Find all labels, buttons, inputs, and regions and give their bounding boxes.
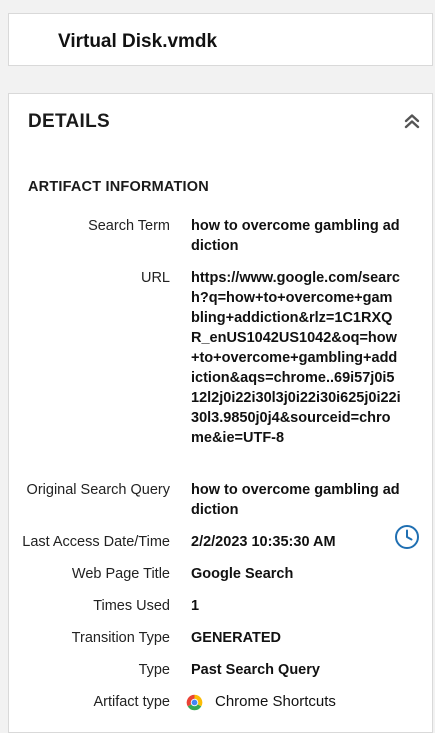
field-label: Type bbox=[138, 662, 170, 678]
chrome-icon bbox=[186, 694, 203, 711]
field-label: Web Page Title bbox=[71, 566, 170, 582]
details-heading: DETAILS bbox=[28, 111, 110, 132]
clock-icon bbox=[395, 525, 419, 549]
field-label: Artifact type bbox=[93, 694, 170, 710]
field-label: URL bbox=[140, 270, 170, 286]
field-label: Times Used bbox=[93, 598, 170, 614]
times-used-value: 1 bbox=[191, 598, 200, 614]
artifact-type-value: Chrome Shortcuts bbox=[215, 693, 336, 710]
web-page-title-value: Google Search bbox=[191, 566, 294, 582]
artifact-information-heading: ARTIFACT INFORMATION bbox=[28, 179, 209, 195]
details-panel: DETAILS ARTIFACT INFORMATION Search Term… bbox=[8, 93, 433, 733]
field-label: Search Term bbox=[88, 218, 170, 234]
evidence-header: Virtual Disk.vmdk bbox=[8, 13, 433, 66]
field-label: Original Search Query bbox=[26, 482, 170, 498]
type-value: Past Search Query bbox=[191, 662, 320, 678]
evidence-title: Virtual Disk.vmdk bbox=[58, 31, 218, 52]
collapse-details-button[interactable] bbox=[402, 111, 422, 131]
last-access-value: 2/2/2023 10:35:30 AM bbox=[191, 534, 336, 550]
url-value: https://www.google.com/search?q=how+to+o… bbox=[191, 270, 401, 446]
double-chevron-up-icon bbox=[404, 114, 420, 129]
field-label: Transition Type bbox=[71, 630, 170, 646]
original-search-query-value: how to overcome gambling addiction bbox=[191, 482, 400, 518]
transition-type-value: GENERATED bbox=[191, 630, 281, 646]
timeline-button[interactable] bbox=[394, 524, 420, 550]
search-term-value: how to overcome gambling addiction bbox=[191, 218, 400, 254]
field-label: Last Access Date/Time bbox=[22, 534, 170, 550]
